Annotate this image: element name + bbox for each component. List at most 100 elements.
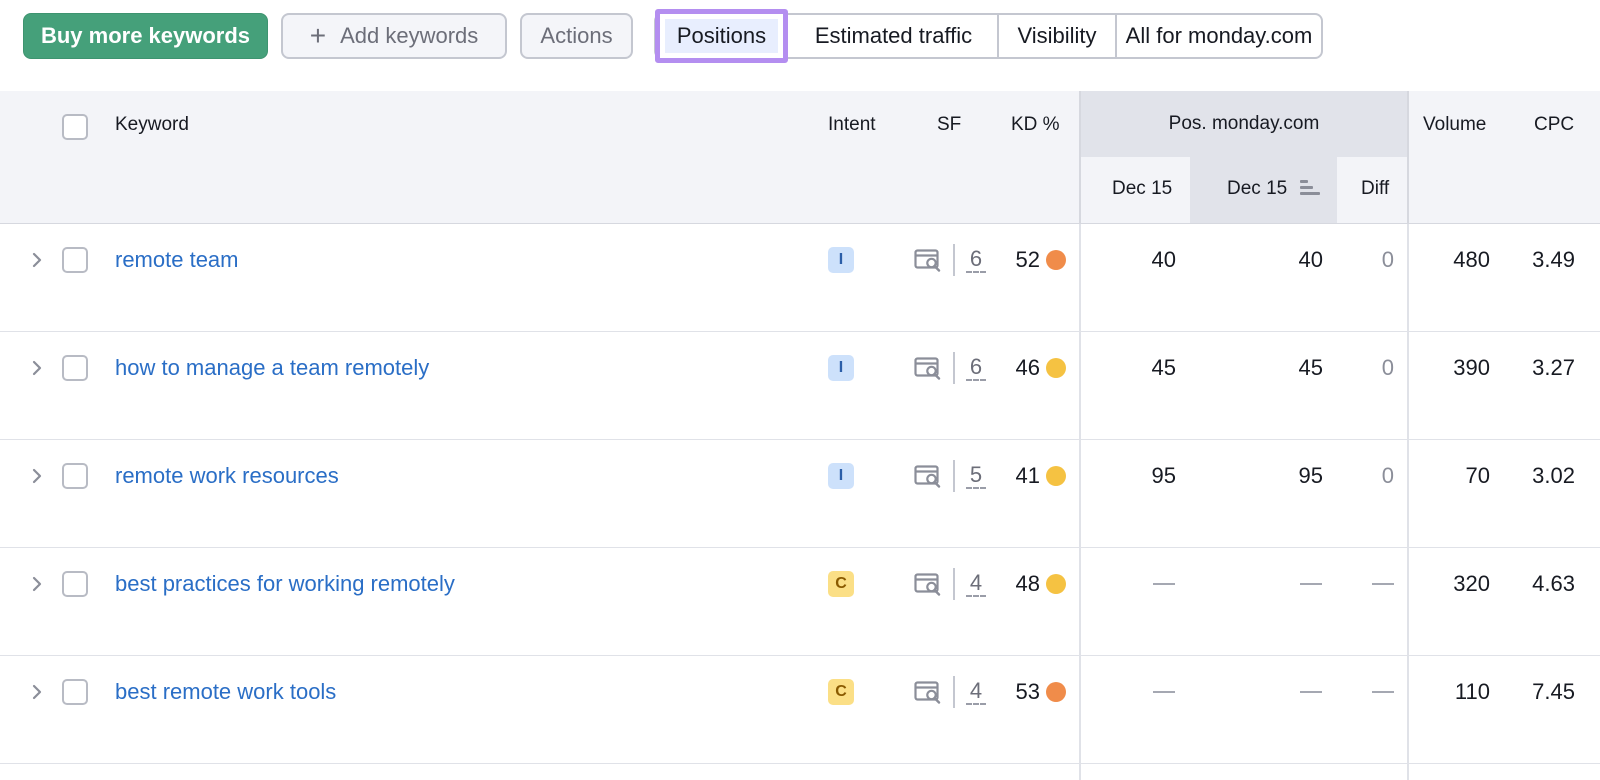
serp-features-icon[interactable] <box>914 248 942 272</box>
position-diff: 0 <box>1381 247 1394 272</box>
empty-value-dash <box>1372 583 1394 585</box>
kd-value: 53 <box>1015 679 1040 704</box>
empty-value-dash <box>1300 691 1322 693</box>
header-diff[interactable]: Diff <box>1361 178 1389 200</box>
position-dec15-b: 40 <box>1298 247 1323 272</box>
header-sf[interactable]: SF <box>937 114 961 136</box>
expand-chevron-icon[interactable] <box>28 575 46 593</box>
kd-difficulty-dot <box>1046 466 1066 486</box>
intent-badge: I <box>828 463 854 489</box>
header-kd[interactable]: KD % <box>1011 114 1060 136</box>
tab-all-for-domain[interactable]: All for monday.com <box>1117 15 1321 57</box>
tab-positions[interactable]: Positions <box>655 9 788 63</box>
expand-chevron-icon[interactable] <box>28 359 46 377</box>
serp-features-count[interactable]: 4 <box>966 571 986 597</box>
position-dec15-a: 95 <box>1151 463 1176 488</box>
table-row: remote team I 6 52 40 40 0 480 3.49 <box>0 224 1600 332</box>
serp-features-icon[interactable] <box>914 356 942 380</box>
table-row: best practices for working remotely C 4 … <box>0 548 1600 656</box>
keyword-link[interactable]: how to manage a team remotely <box>115 355 429 381</box>
tab-estimated-traffic-label: Estimated traffic <box>814 23 973 48</box>
header-intent[interactable]: Intent <box>828 114 876 136</box>
row-checkbox[interactable] <box>62 247 88 273</box>
header-cpc[interactable]: CPC <box>1534 114 1574 136</box>
cpc-value: 3.49 <box>1532 247 1575 272</box>
volume-value: 110 <box>1454 679 1490 704</box>
header-keyword[interactable]: Keyword <box>115 114 189 136</box>
actions-button[interactable]: Actions <box>520 13 633 59</box>
empty-value-dash <box>1372 691 1394 693</box>
serp-features-count[interactable]: 6 <box>966 355 986 381</box>
serp-features-count[interactable]: 6 <box>966 247 986 273</box>
row-checkbox[interactable] <box>62 463 88 489</box>
buy-more-keywords-label: Buy more keywords <box>40 23 251 48</box>
sf-divider <box>953 460 955 492</box>
cpc-value: 7.45 <box>1532 679 1575 704</box>
tab-visibility-label: Visibility <box>1017 23 1097 48</box>
toolbar: Buy more keywords + Add keywords Actions… <box>0 0 1600 90</box>
empty-value-dash <box>1153 583 1175 585</box>
header-pos-group-label: Pos. monday.com <box>1168 113 1320 134</box>
position-diff: 0 <box>1381 355 1394 380</box>
serp-features-count[interactable]: 5 <box>966 463 986 489</box>
pos-column-group: Pos. monday.com <box>1079 91 1409 224</box>
tab-all-for-domain-label: All for monday.com <box>1125 23 1313 48</box>
keyword-link[interactable]: best remote work tools <box>115 679 336 705</box>
kd-value: 41 <box>1015 463 1040 488</box>
row-checkbox[interactable] <box>62 355 88 381</box>
sort-descending-icon[interactable] <box>1300 180 1320 196</box>
add-keywords-button[interactable]: + Add keywords <box>281 13 507 59</box>
kd-value: 46 <box>1015 355 1040 380</box>
kd-difficulty-dot <box>1046 682 1066 702</box>
intent-badge: I <box>828 247 854 273</box>
volume-value: 480 <box>1453 247 1490 272</box>
select-all-checkbox[interactable] <box>62 114 88 140</box>
empty-value-dash <box>1300 583 1322 585</box>
volume-value: 320 <box>1453 571 1490 596</box>
row-checkbox[interactable] <box>62 679 88 705</box>
serp-features-icon[interactable] <box>914 572 942 596</box>
intent-badge: C <box>828 571 854 597</box>
expand-chevron-icon[interactable] <box>28 251 46 269</box>
serp-features-icon[interactable] <box>914 680 942 704</box>
cpc-value: 3.27 <box>1532 355 1575 380</box>
sf-divider <box>953 244 955 276</box>
table-row: remote work resources I 5 41 95 95 0 70 … <box>0 440 1600 548</box>
position-diff: 0 <box>1381 463 1394 488</box>
buy-more-keywords-button[interactable]: Buy more keywords <box>23 13 268 59</box>
tab-estimated-traffic[interactable]: Estimated traffic <box>789 15 998 57</box>
sf-divider <box>953 568 955 600</box>
keyword-link[interactable]: remote team <box>115 247 239 273</box>
sf-divider <box>953 352 955 384</box>
expand-chevron-icon[interactable] <box>28 683 46 701</box>
cpc-value: 3.02 <box>1532 463 1575 488</box>
kd-difficulty-dot <box>1046 574 1066 594</box>
intent-badge: I <box>828 355 854 381</box>
position-dec15-a: 40 <box>1151 247 1176 272</box>
header-pos-date-1[interactable]: Dec 15 <box>1112 178 1172 200</box>
keyword-link[interactable]: best practices for working remotely <box>115 571 455 597</box>
position-dec15-a: 45 <box>1151 355 1176 380</box>
table-row: how to manage a team remotely I 6 46 45 … <box>0 332 1600 440</box>
tab-positions-label: Positions <box>676 23 767 48</box>
header-pos-date-2[interactable]: Dec 15 <box>1227 178 1287 200</box>
expand-chevron-icon[interactable] <box>28 467 46 485</box>
position-dec15-b: 45 <box>1298 355 1323 380</box>
actions-label: Actions <box>540 23 613 48</box>
serp-features-count[interactable]: 4 <box>966 679 986 705</box>
keyword-link[interactable]: remote work resources <box>115 463 339 489</box>
table-row: best remote work tools C 4 53 110 7.45 <box>0 656 1600 764</box>
sf-divider <box>953 676 955 708</box>
volume-value: 390 <box>1453 355 1490 380</box>
empty-value-dash <box>1153 691 1175 693</box>
header-volume[interactable]: Volume <box>1423 114 1486 136</box>
tab-visibility[interactable]: Visibility <box>999 15 1115 57</box>
serp-features-icon[interactable] <box>914 464 942 488</box>
kd-value: 48 <box>1015 571 1040 596</box>
plus-icon: + <box>309 20 327 51</box>
kd-difficulty-dot <box>1046 250 1066 270</box>
cpc-value: 4.63 <box>1532 571 1575 596</box>
row-checkbox[interactable] <box>62 571 88 597</box>
add-keywords-label: Add keywords <box>340 23 479 48</box>
volume-value: 70 <box>1465 463 1490 488</box>
